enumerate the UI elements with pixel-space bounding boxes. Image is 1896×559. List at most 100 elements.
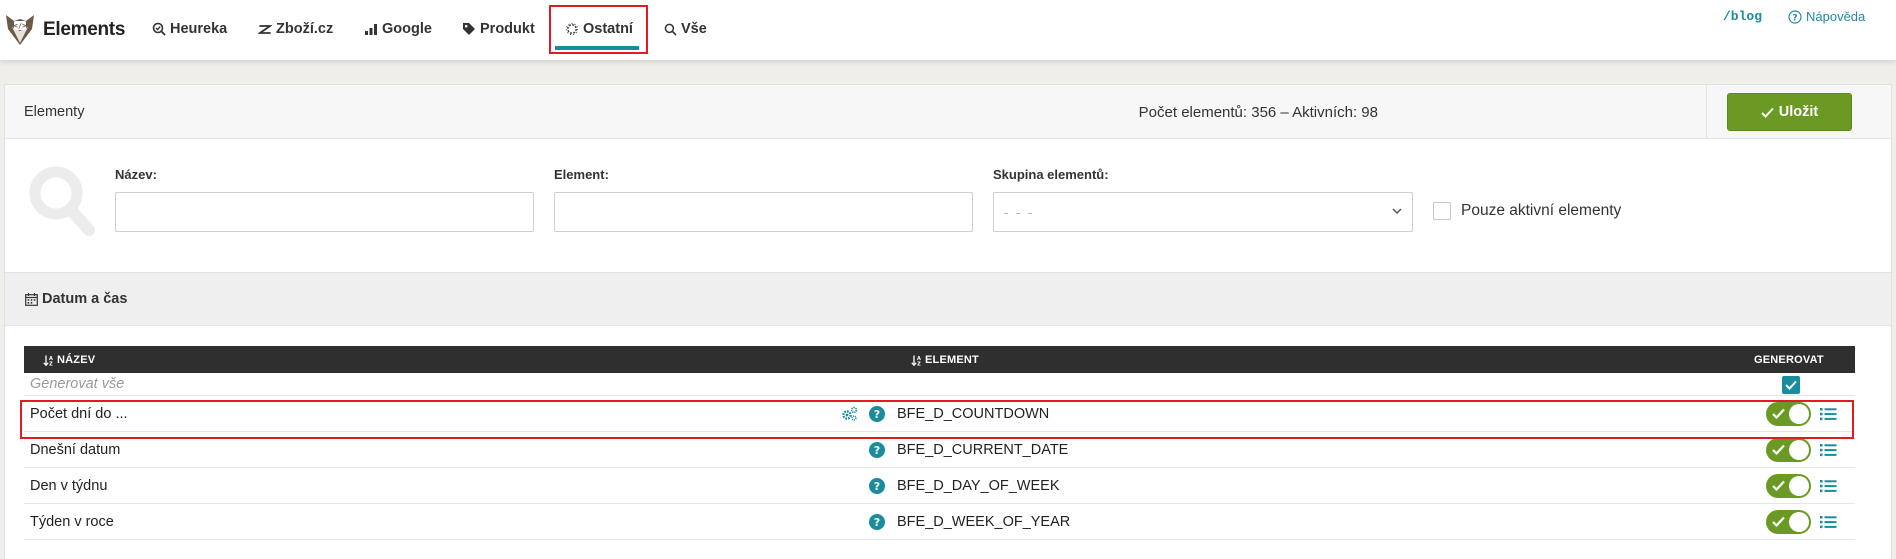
column-header-generate: GENEROVAT: [1754, 354, 1824, 366]
nav-heureka-label: Heureka: [170, 21, 228, 37]
gear-icon: [566, 23, 578, 35]
filter-section: Název: Element: Skupina elementů: - - - …: [5, 140, 1891, 272]
help-icon[interactable]: ?: [869, 514, 885, 530]
row-element: BFE_D_CURRENT_DATE: [897, 442, 1069, 458]
save-button-label: Uložit: [1778, 104, 1819, 120]
generate-toggle[interactable]: [1766, 402, 1811, 426]
active-only-checkbox-box[interactable]: [1433, 202, 1451, 220]
search-decoration-icon: [29, 166, 95, 236]
row-name: Den v týdnu: [30, 478, 108, 494]
nav-vse[interactable]: Vše: [664, 10, 707, 48]
nav-produkt-label: Produkt: [480, 21, 535, 37]
toggle-knob: [1789, 476, 1809, 496]
chevron-down-icon: [1392, 208, 1402, 215]
sort-icon: A Z: [43, 355, 53, 366]
zbozi-icon: [258, 25, 272, 34]
column-generate-label: GENEROVAT: [1754, 354, 1824, 366]
svg-text:</>: </>: [14, 22, 27, 30]
card-title: Elementy: [24, 104, 85, 120]
help-icon[interactable]: ?: [869, 406, 885, 422]
search-icon: [664, 23, 677, 36]
calendar-icon: [25, 292, 38, 306]
list-icon[interactable]: [1820, 479, 1837, 493]
group-filter-label: Skupina elementů:: [993, 167, 1109, 182]
name-filter-input[interactable]: [115, 192, 534, 232]
table-row: Počet dní do ... ? BFE_D_COUNTDOWN: [24, 396, 1855, 432]
list-icon[interactable]: [1820, 515, 1837, 529]
toggle-knob: [1789, 440, 1809, 460]
svg-text:?: ?: [1792, 13, 1797, 23]
element-filter-input[interactable]: [554, 192, 973, 232]
table-header: A Z NÁZEV A Z ELEMENT GENEROVAT: [24, 346, 1855, 373]
nav-zbozi-label: Zboží.cz: [276, 21, 334, 37]
sort-icon: A Z: [911, 355, 921, 366]
nav-heureka[interactable]: Heureka: [152, 10, 227, 48]
svg-text:?: ?: [874, 444, 880, 457]
svg-text:?: ?: [874, 480, 880, 493]
list-icon[interactable]: [1820, 443, 1837, 457]
active-only-checkbox[interactable]: Pouze aktivní elementy: [1433, 202, 1621, 220]
row-element: BFE_D_DAY_OF_WEEK: [897, 478, 1060, 494]
check-icon: [1772, 480, 1785, 491]
elements-card: Elementy Počet elementů: 356 – Aktivních…: [4, 84, 1892, 559]
nav-zbozi[interactable]: Zboží.cz: [258, 10, 333, 48]
element-filter-label: Element:: [554, 167, 609, 182]
help-icon[interactable]: ?: [869, 478, 885, 494]
check-icon: [1772, 444, 1785, 455]
nav-vse-label: Vše: [681, 21, 707, 37]
svg-text:?: ?: [874, 516, 880, 529]
row-name: Dnešní datum: [30, 442, 121, 458]
row-element: BFE_D_WEEK_OF_YEAR: [897, 514, 1071, 530]
row-name: Týden v roce: [30, 514, 114, 530]
list-icon[interactable]: [1820, 407, 1837, 421]
generate-toggle[interactable]: [1766, 438, 1811, 462]
bar-chart-icon: [365, 24, 377, 35]
check-icon: [1761, 107, 1774, 118]
tag-icon: [463, 23, 475, 35]
table-row: Dnešní datum ? BFE_D_CURRENT_DATE: [24, 432, 1855, 468]
column-header-name[interactable]: A Z NÁZEV: [43, 354, 95, 366]
toggle-knob: [1789, 512, 1809, 532]
group-title: Datum a čas: [42, 291, 128, 307]
svg-text:?: ?: [874, 408, 880, 421]
heureka-icon: [152, 22, 166, 36]
column-header-element[interactable]: A Z ELEMENT: [911, 354, 979, 366]
group-header-datum-cas: Datum a čas: [5, 272, 1891, 326]
generate-toggle[interactable]: [1766, 474, 1811, 498]
blog-link[interactable]: /blog: [1723, 9, 1762, 24]
column-element-label: ELEMENT: [925, 354, 979, 366]
app-logo[interactable]: </> Elements: [4, 12, 125, 48]
settings-icon[interactable]: [841, 406, 858, 422]
toggle-knob: [1789, 404, 1809, 424]
row-name: Počet dní do ...: [30, 406, 128, 422]
generate-all-row: Generovat vše: [24, 373, 1855, 396]
active-tab-indicator: [555, 46, 639, 50]
check-icon: [1772, 408, 1785, 419]
svg-text:Z: Z: [917, 361, 921, 366]
save-button[interactable]: Uložit: [1727, 93, 1852, 131]
header-divider: [1706, 85, 1707, 139]
question-circle-icon: ?: [1788, 9, 1802, 24]
help-link[interactable]: ? Nápověda: [1788, 9, 1865, 24]
svg-text:Z: Z: [49, 361, 53, 366]
nav-google-label: Google: [382, 21, 432, 37]
active-only-label: Pouze aktivní elementy: [1461, 202, 1622, 219]
group-filter-select[interactable]: - - -: [993, 192, 1413, 232]
nav-produkt[interactable]: Produkt: [462, 10, 535, 48]
table-row: Den v týdnu ? BFE_D_DAY_OF_WEEK: [24, 468, 1855, 504]
name-filter-label: Název:: [115, 167, 157, 182]
nav-ostatni[interactable]: Ostatní: [565, 10, 633, 48]
fox-logo-icon: </>: [6, 15, 34, 45]
row-element: BFE_D_COUNTDOWN: [897, 406, 1050, 422]
group-filter-value: - - -: [1004, 204, 1035, 220]
check-icon: [1772, 516, 1785, 527]
help-icon[interactable]: ?: [869, 442, 885, 458]
card-header: Elementy Počet elementů: 356 – Aktivních…: [5, 85, 1891, 139]
table-row: Týden v roce ? BFE_D_WEEK_OF_YEAR: [24, 504, 1855, 540]
nav-google[interactable]: Google: [364, 10, 432, 48]
generate-all-checkbox[interactable]: [1782, 376, 1800, 394]
generate-toggle[interactable]: [1766, 510, 1811, 534]
generate-all-label: Generovat vše: [30, 376, 125, 392]
elements-table: A Z NÁZEV A Z ELEMENT GENEROVAT Generova…: [24, 346, 1855, 540]
nav-ostatni-label: Ostatní: [583, 21, 633, 37]
